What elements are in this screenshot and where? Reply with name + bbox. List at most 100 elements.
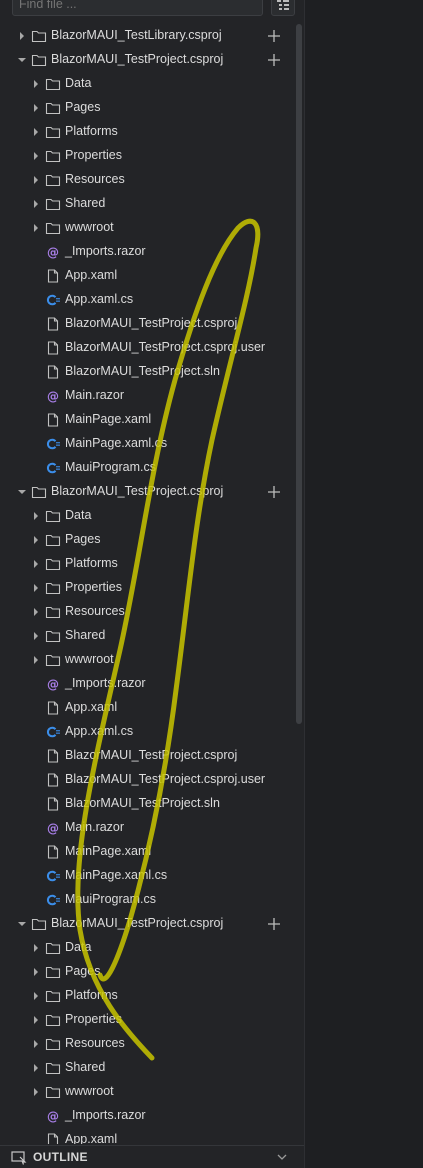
chevron-right-icon[interactable] <box>31 1014 41 1026</box>
chevron-right-icon[interactable] <box>31 174 41 186</box>
add-item-plus-icon[interactable] <box>266 52 282 68</box>
file-node[interactable]: BlazorMAUI_TestProject.csproj.user <box>0 336 292 360</box>
chevron-right-icon[interactable] <box>31 942 41 954</box>
file-icon <box>47 797 59 811</box>
file-node[interactable]: MainPage.xaml.cs <box>0 864 292 888</box>
folder-node[interactable]: Data <box>0 504 292 528</box>
chevron-right-icon[interactable] <box>31 1038 41 1050</box>
tree-scrollbar-thumb[interactable] <box>296 24 302 724</box>
solution-tree: BlazorMAUI_TestLibrary.csproj BlazorMAUI_… <box>0 24 292 1144</box>
folder-node[interactable]: Properties <box>0 1008 292 1032</box>
folder-node[interactable]: Properties <box>0 576 292 600</box>
file-node[interactable]: App.xaml <box>0 696 292 720</box>
chevron-down-icon[interactable] <box>277 1153 287 1161</box>
chevron-right-icon[interactable] <box>31 1062 41 1074</box>
add-item-plus-icon[interactable] <box>266 484 282 500</box>
chevron-right-icon[interactable] <box>31 222 41 234</box>
project-node[interactable]: BlazorMAUI_TestProject.csproj <box>0 48 292 72</box>
folder-node[interactable]: wwwroot <box>0 1080 292 1104</box>
chevron-right-icon[interactable] <box>31 102 41 114</box>
chevron-right-icon[interactable] <box>31 198 41 210</box>
chevron-right-icon[interactable] <box>31 966 41 978</box>
folder-node[interactable]: Data <box>0 936 292 960</box>
file-node[interactable]: App.xaml <box>0 1128 292 1144</box>
node-label: Platforms <box>65 988 118 1002</box>
project-node[interactable]: BlazorMAUI_TestProject.csproj <box>0 912 292 936</box>
file-node[interactable]: App.xaml.cs <box>0 288 292 312</box>
folder-node[interactable]: Pages <box>0 96 292 120</box>
chevron-down-icon[interactable] <box>17 486 27 498</box>
folder-node[interactable]: Resources <box>0 1032 292 1056</box>
file-node[interactable]: MainPage.xaml <box>0 840 292 864</box>
chevron-right-icon[interactable] <box>17 30 27 42</box>
file-node[interactable]: BlazorMAUI_TestProject.sln <box>0 792 292 816</box>
chevron-right-icon[interactable] <box>31 78 41 90</box>
node-label: BlazorMAUI_TestProject.csproj <box>65 748 238 762</box>
file-node[interactable]: @ _Imports.razor <box>0 1104 292 1128</box>
chevron-right-icon[interactable] <box>31 534 41 546</box>
folder-node[interactable]: Properties <box>0 144 292 168</box>
file-node[interactable]: MainPage.xaml <box>0 408 292 432</box>
folder-node[interactable]: wwwroot <box>0 648 292 672</box>
csharp-file-icon <box>47 870 60 882</box>
node-label: Pages <box>65 532 101 546</box>
file-node[interactable]: BlazorMAUI_TestProject.csproj <box>0 312 292 336</box>
folder-icon <box>45 150 61 163</box>
find-file-input[interactable] <box>12 0 263 16</box>
node-label: Platforms <box>65 124 118 138</box>
file-node[interactable]: BlazorMAUI_TestProject.csproj.user <box>0 768 292 792</box>
folder-node[interactable]: Platforms <box>0 120 292 144</box>
folder-icon <box>45 102 61 115</box>
project-node[interactable]: BlazorMAUI_TestProject.csproj <box>0 480 292 504</box>
svg-text:@: @ <box>47 1110 59 1124</box>
folder-node[interactable]: Pages <box>0 528 292 552</box>
folder-node[interactable]: Shared <box>0 192 292 216</box>
chevron-right-icon[interactable] <box>31 990 41 1002</box>
node-label: MauiProgram.cs <box>65 460 156 474</box>
folder-node[interactable]: Shared <box>0 1056 292 1080</box>
file-node[interactable]: @ Main.razor <box>0 816 292 840</box>
chevron-down-icon[interactable] <box>17 918 27 930</box>
file-node[interactable]: App.xaml <box>0 264 292 288</box>
chevron-right-icon[interactable] <box>31 510 41 522</box>
chevron-right-icon[interactable] <box>31 558 41 570</box>
file-node[interactable]: MainPage.xaml.cs <box>0 432 292 456</box>
folder-node[interactable]: Data <box>0 72 292 96</box>
node-label: BlazorMAUI_TestProject.csproj <box>65 316 238 330</box>
file-node[interactable]: @ Main.razor <box>0 384 292 408</box>
folder-node[interactable]: wwwroot <box>0 216 292 240</box>
node-label: MainPage.xaml.cs <box>65 436 168 450</box>
chevron-right-icon[interactable] <box>31 582 41 594</box>
folder-node[interactable]: Pages <box>0 960 292 984</box>
folder-node[interactable]: Shared <box>0 624 292 648</box>
node-label: Properties <box>65 1012 122 1026</box>
file-icon <box>47 773 59 787</box>
add-item-plus-icon[interactable] <box>266 916 282 932</box>
file-node[interactable]: BlazorMAUI_TestProject.sln <box>0 360 292 384</box>
node-label: Shared <box>65 1060 106 1074</box>
node-label: BlazorMAUI_TestProject.csproj <box>51 484 224 498</box>
chevron-right-icon[interactable] <box>31 1086 41 1098</box>
chevron-right-icon[interactable] <box>31 606 41 618</box>
file-node[interactable]: App.xaml.cs <box>0 720 292 744</box>
chevron-right-icon[interactable] <box>31 150 41 162</box>
project-node[interactable]: BlazorMAUI_TestLibrary.csproj <box>0 24 292 48</box>
tree-view-toggle-button[interactable] <box>271 0 295 16</box>
file-node[interactable]: MauiProgram.cs <box>0 888 292 912</box>
chevron-right-icon[interactable] <box>31 126 41 138</box>
outline-section-header[interactable]: OUTLINE <box>0 1145 304 1168</box>
file-node[interactable]: @ _Imports.razor <box>0 672 292 696</box>
chevron-right-icon[interactable] <box>31 654 41 666</box>
add-item-plus-icon[interactable] <box>266 28 282 44</box>
svg-text:@: @ <box>47 822 59 836</box>
file-node[interactable]: MauiProgram.cs <box>0 456 292 480</box>
chevron-right-icon[interactable] <box>31 630 41 642</box>
folder-node[interactable]: Platforms <box>0 552 292 576</box>
file-node[interactable]: BlazorMAUI_TestProject.csproj <box>0 744 292 768</box>
razor-file-icon: @ <box>47 822 59 836</box>
folder-node[interactable]: Resources <box>0 168 292 192</box>
folder-node[interactable]: Resources <box>0 600 292 624</box>
folder-node[interactable]: Platforms <box>0 984 292 1008</box>
file-node[interactable]: @ _Imports.razor <box>0 240 292 264</box>
chevron-down-icon[interactable] <box>17 54 27 66</box>
